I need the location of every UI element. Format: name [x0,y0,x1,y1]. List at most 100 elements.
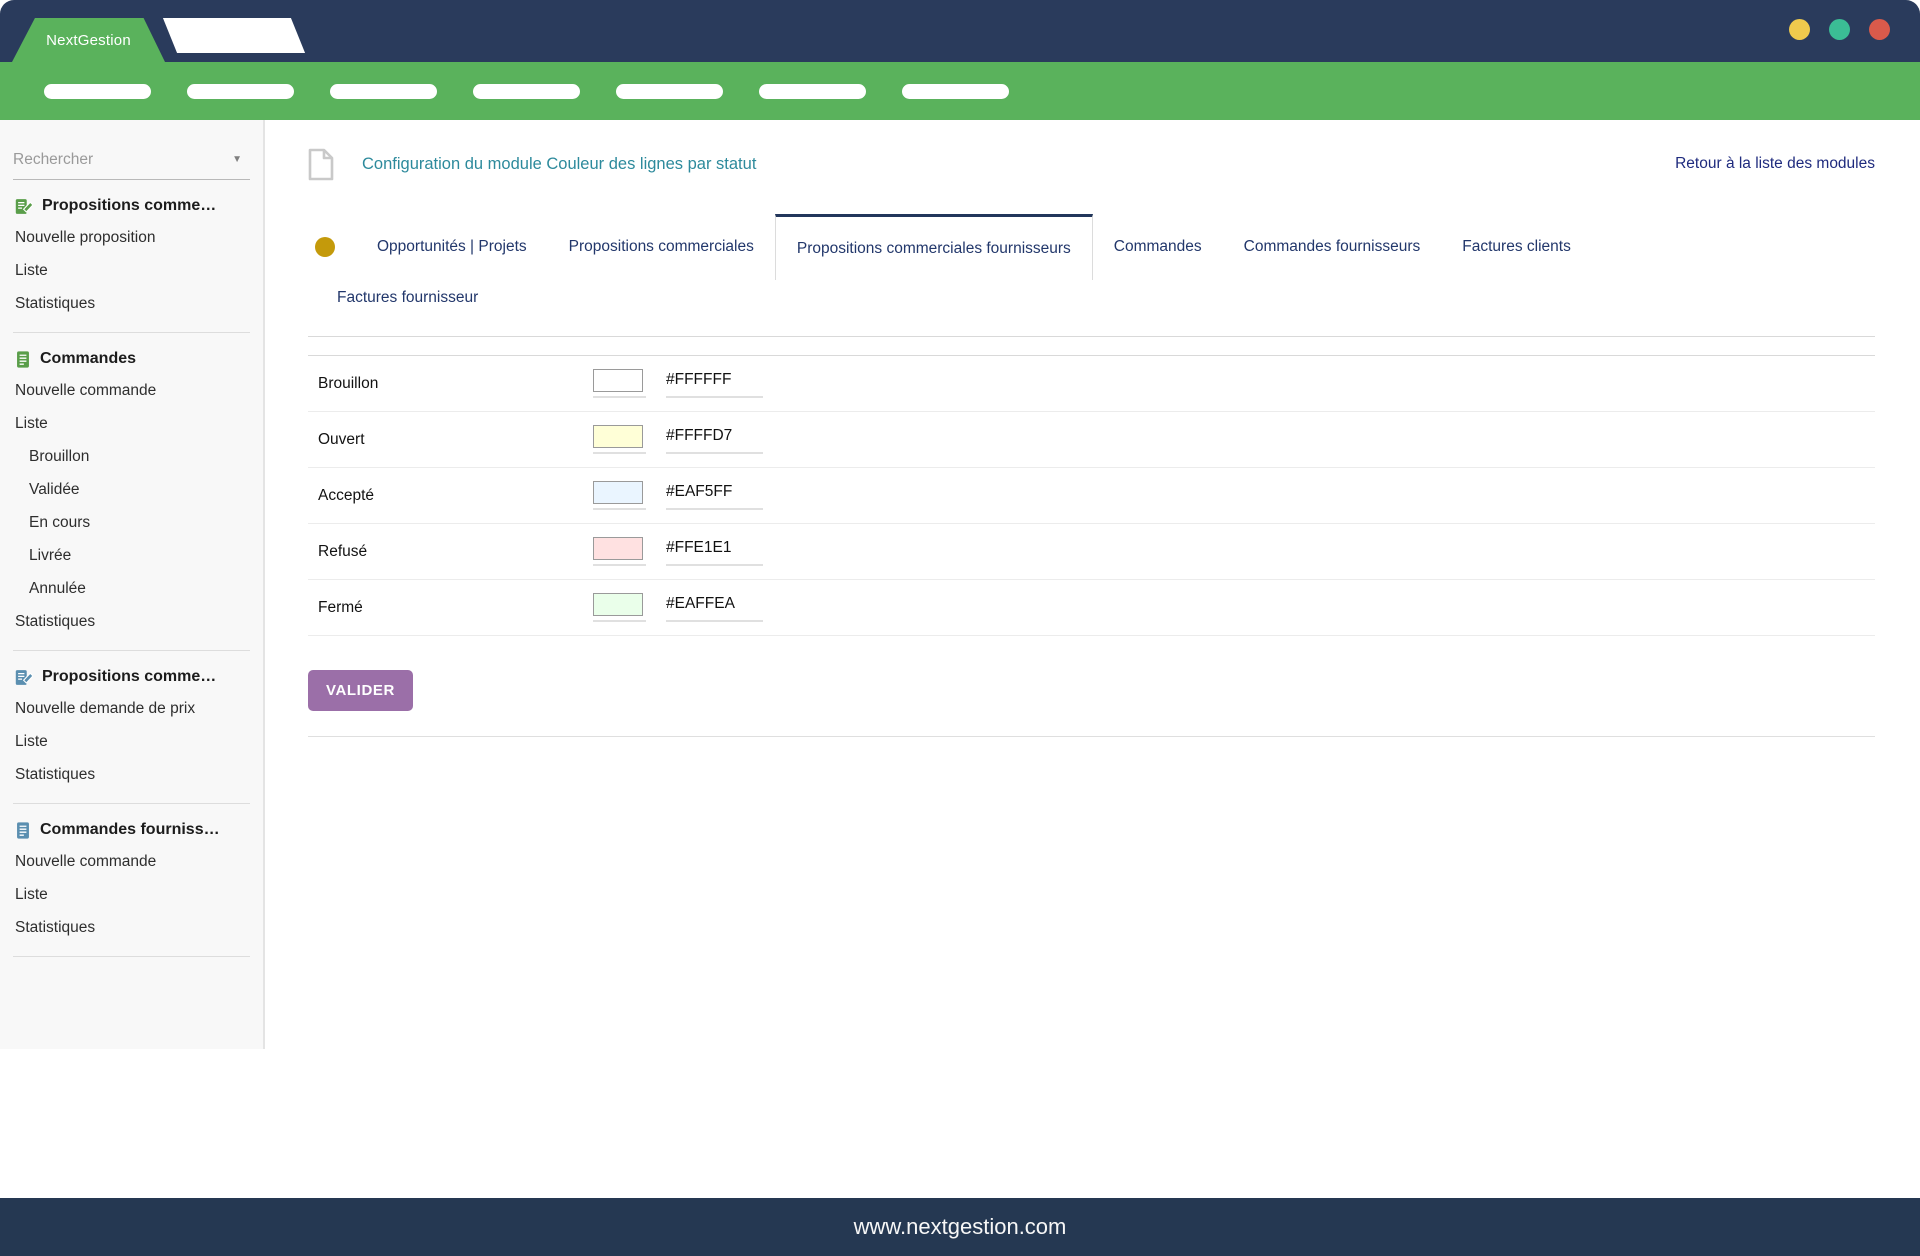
document-pencil-icon [15,198,33,214]
page-document-icon [308,148,334,181]
app-footer: www.nextgestion.com [0,1198,1920,1256]
sidebar-item-nouvelle-commande[interactable]: Nouvelle commande [13,852,250,872]
status-label: Brouillon [318,374,379,392]
document-lines-icon [17,821,29,839]
status-row-ferme: Fermé #EAFFEA [308,580,1875,636]
swatch-underline [593,564,646,566]
app-header: NextGestion [0,0,1920,62]
sidebar-group-label: Propositions comme… [42,197,217,214]
sidebar-group-header[interactable]: Propositions comme… [13,668,250,686]
bottom-divider [308,736,1875,737]
nav-pill[interactable] [330,83,437,99]
color-swatch-wrap [593,425,646,454]
sidebar-item-livree[interactable]: Livrée [13,546,250,566]
hex-value-field[interactable]: #EAFFEA [666,593,763,622]
document-pencil-icon [15,669,33,685]
status-row-refuse: Refusé #FFE1E1 [308,524,1875,580]
sidebar-group-commandes: Commandes Nouvelle commande Liste Brouil… [13,333,250,651]
page-title: Configuration du module Couleur des lign… [362,154,757,173]
window-dot-red-icon[interactable] [1869,19,1890,40]
hex-value-field[interactable]: #FFE1E1 [666,537,763,566]
nav-pill[interactable] [473,83,580,99]
nav-pill[interactable] [902,83,1009,99]
back-to-modules-link[interactable]: Retour à la liste des modules [1675,155,1875,173]
sidebar-item-annulee[interactable]: Annulée [13,579,250,599]
sidebar-group-label: Commandes [40,350,137,367]
module-tabs: Opportunités | Projets Propositions comm… [308,214,1875,322]
sidebar-group-header[interactable]: Commandes fourniss… [13,821,250,839]
nav-pill[interactable] [187,83,294,99]
sidebar-group-header[interactable]: Propositions comme… [13,197,250,215]
document-lines-icon [17,350,29,368]
color-swatch-wrap [593,593,646,622]
nav-pill[interactable] [759,83,866,99]
sidebar-group-label: Propositions comme… [42,668,217,685]
sidebar-item-statistiques[interactable]: Statistiques [13,612,250,632]
sidebar-group-header[interactable]: Commandes [13,350,250,368]
sidebar-item-statistiques[interactable]: Statistiques [13,765,250,785]
search-row: ▼ [13,120,250,180]
status-label: Fermé [318,598,363,616]
nav-pill[interactable] [44,83,151,99]
brand-name: NextGestion [46,31,131,49]
sidebar: ▼ Propositions comme… Nouvelle propositi… [0,120,265,1049]
window-dot-teal-icon[interactable] [1829,19,1850,40]
hex-value-field[interactable]: #FFFFD7 [666,425,763,454]
chevron-down-icon[interactable]: ▼ [232,154,242,165]
title-row: Configuration du module Couleur des lign… [308,147,1875,181]
swatch-underline [593,508,646,510]
status-row-brouillon: Brouillon #FFFFFF [308,356,1875,412]
status-label: Refusé [318,542,368,560]
sidebar-item-validee[interactable]: Validée [13,480,250,500]
color-swatch-wrap [593,369,646,398]
color-swatch[interactable] [593,425,643,448]
tab-propositions-commerciales[interactable]: Propositions commerciales [548,220,775,274]
color-swatch[interactable] [593,481,643,504]
sidebar-group-propositions-commerciales: Propositions comme… Nouvelle proposition… [13,180,250,333]
sidebar-item-en-cours[interactable]: En cours [13,513,250,533]
color-swatch-wrap [593,537,646,566]
hex-value-field[interactable]: #EAF5FF [666,481,763,510]
sidebar-item-nouvelle-commande[interactable]: Nouvelle commande [13,381,250,401]
nav-pill[interactable] [616,83,723,99]
color-swatch[interactable] [593,369,643,392]
secondary-tab[interactable] [162,18,306,53]
sidebar-item-nouvelle-demande-de-prix[interactable]: Nouvelle demande de prix [13,699,250,719]
tab-factures-fournisseur[interactable]: Factures fournisseur [316,271,499,325]
search-input[interactable] [13,151,213,169]
status-label: Ouvert [318,430,365,448]
window-dots [1789,19,1890,40]
sidebar-item-brouillon[interactable]: Brouillon [13,447,250,467]
sidebar-group-commandes-fournisseurs: Commandes fourniss… Nouvelle commande Li… [13,804,250,957]
window-dot-yellow-icon[interactable] [1789,19,1810,40]
sidebar-group-label: Commandes fourniss… [40,821,220,838]
valider-button[interactable]: VALIDER [308,670,413,711]
swatch-underline [593,452,646,454]
sidebar-item-nouvelle-proposition[interactable]: Nouvelle proposition [13,228,250,248]
tabs-row-1: Opportunités | Projets Propositions comm… [308,214,1875,280]
color-swatch-wrap [593,481,646,510]
footer-url: www.nextgestion.com [853,1214,1067,1239]
tab-commandes[interactable]: Commandes [1093,220,1223,274]
tab-opportunites-projets[interactable]: Opportunités | Projets [356,220,548,274]
tab-propositions-commerciales-fournisseurs[interactable]: Propositions commerciales fournisseurs [774,214,1093,280]
hex-value-field[interactable]: #FFFFFF [666,369,763,398]
sidebar-item-liste[interactable]: Liste [13,732,250,752]
status-dot-icon [315,237,335,257]
status-label: Accepté [318,486,375,504]
sidebar-item-liste[interactable]: Liste [13,885,250,905]
sidebar-item-liste[interactable]: Liste [13,261,250,281]
color-swatch[interactable] [593,593,643,616]
brand-tab[interactable]: NextGestion [12,18,165,62]
sidebar-item-liste[interactable]: Liste [13,414,250,434]
tab-factures-clients[interactable]: Factures clients [1441,220,1592,274]
main-nav [0,62,1920,120]
sidebar-group-propositions-commerciales-fournisseurs: Propositions comme… Nouvelle demande de … [13,651,250,804]
tabs-row-2: Factures fournisseur [316,274,1875,322]
sidebar-item-statistiques[interactable]: Statistiques [13,294,250,314]
color-swatch[interactable] [593,537,643,560]
sidebar-item-statistiques[interactable]: Statistiques [13,918,250,938]
status-row-ouvert: Ouvert #FFFFD7 [308,412,1875,468]
status-row-accepte: Accepté #EAF5FF [308,468,1875,524]
tab-commandes-fournisseurs[interactable]: Commandes fournisseurs [1223,220,1442,274]
